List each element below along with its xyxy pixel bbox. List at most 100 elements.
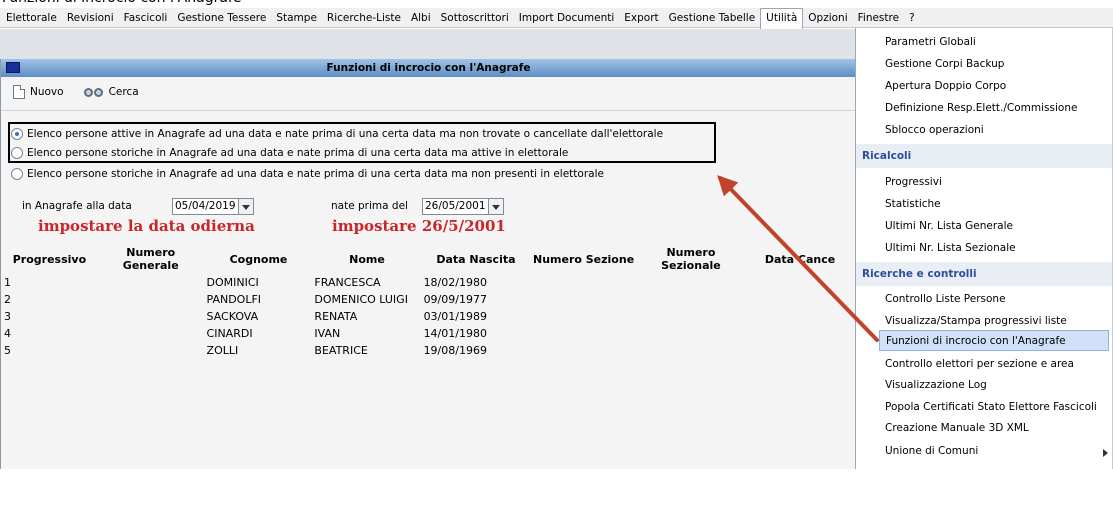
menubar: Elettorale Revisioni Fascicoli Gestione … bbox=[0, 7, 1113, 29]
cell-nome: RENATA bbox=[314, 310, 358, 323]
menu-revisioni[interactable]: Revisioni bbox=[62, 8, 119, 28]
menu-sottoscrittori[interactable]: Sottoscrittori bbox=[436, 8, 514, 28]
cell-data-nascita: 18/02/1980 bbox=[423, 276, 487, 289]
option-active-not-in-electoral[interactable]: Elenco persone attive in Anagrafe ad una… bbox=[11, 125, 663, 143]
column-header[interactable]: Numero Generale bbox=[98, 245, 204, 273]
menu-fascicoli[interactable]: Fascicoli bbox=[119, 8, 173, 28]
menu-item-popola-certificati[interactable]: Popola Certificati Stato Elettore Fascic… bbox=[885, 397, 1097, 418]
menu-group-ricerche-controlli: Ricerche e controlli bbox=[856, 262, 1112, 286]
option-label: Elenco persone storiche in Anagrafe ad u… bbox=[27, 147, 569, 159]
option-label: Elenco persone attive in Anagrafe ad una… bbox=[27, 128, 664, 140]
date-picker-anagrafe[interactable]: 05/04/2019 bbox=[172, 198, 254, 215]
cell-numero-sezione bbox=[531, 275, 636, 290]
new-button-label: Nuovo bbox=[30, 86, 64, 98]
option-label: Elenco persone storiche in Anagrafe ad u… bbox=[27, 168, 604, 180]
window-app-icon bbox=[6, 62, 20, 73]
menu-item-ultimi-nr-lista-generale[interactable]: Ultimi Nr. Lista Generale bbox=[885, 216, 1013, 237]
cell-progressivo: 4 bbox=[4, 327, 11, 340]
date-label: in Anagrafe alla data bbox=[22, 200, 132, 212]
toolbar: Nuovo Cerca bbox=[1, 79, 856, 105]
cell-data-nascita: 09/09/1977 bbox=[423, 293, 487, 306]
menu-item-controllo-elettori[interactable]: Controllo elettori per sezione e area bbox=[885, 354, 1074, 375]
cell-numero-sezione bbox=[531, 309, 636, 324]
chevron-down-icon[interactable] bbox=[488, 198, 504, 215]
menu-gestione-tessere[interactable]: Gestione Tessere bbox=[172, 8, 271, 28]
cell-data-cancellazione bbox=[746, 275, 854, 290]
menu-item-parametri-globali[interactable]: Parametri Globali bbox=[885, 32, 976, 53]
date-picker-born-before[interactable]: 26/05/2001 bbox=[422, 198, 504, 215]
cell-nome: FRANCESCA bbox=[314, 276, 381, 289]
cell-numero-generale bbox=[98, 343, 204, 358]
search-button[interactable]: Cerca bbox=[83, 86, 139, 99]
date-value[interactable]: 05/04/2019 bbox=[172, 198, 239, 215]
radio-button-selected[interactable] bbox=[11, 128, 23, 140]
table-row[interactable]: 1 DOMINICI FRANCESCA 18/02/1980 bbox=[3, 275, 854, 290]
grid-header-row: Progressivo Numero Generale Cognome Nome… bbox=[3, 245, 854, 273]
menu-item-definizione-resp[interactable]: Definizione Resp.Elett./Commissione bbox=[885, 98, 1077, 119]
cell-numero-sezione bbox=[531, 292, 636, 307]
menu-item-statistiche[interactable]: Statistiche bbox=[885, 194, 941, 215]
menu-export[interactable]: Export bbox=[619, 8, 663, 28]
column-header[interactable]: Data Nascita bbox=[423, 245, 530, 273]
menu-item-sblocco-operazioni[interactable]: Sblocco operazioni bbox=[885, 120, 984, 141]
cell-data-cancellazione bbox=[746, 326, 854, 341]
menu-item-ultimi-nr-lista-sezionale[interactable]: Ultimi Nr. Lista Sezionale bbox=[885, 238, 1016, 259]
menu-elettorale[interactable]: Elettorale bbox=[1, 8, 62, 28]
column-header[interactable]: Numero Sezionale bbox=[638, 245, 744, 273]
cell-data-nascita: 14/01/1980 bbox=[423, 327, 487, 340]
table-row[interactable]: 3 SACKOVA RENATA 03/01/1989 bbox=[3, 309, 854, 324]
menu-finestre[interactable]: Finestre bbox=[853, 8, 904, 28]
option-historical-active-electoral[interactable]: Elenco persone storiche in Anagrafe ad u… bbox=[11, 144, 568, 162]
column-header[interactable]: Cognome bbox=[206, 245, 312, 273]
cell-numero-sezionale bbox=[638, 326, 744, 341]
column-header[interactable]: Data Cance bbox=[746, 245, 854, 273]
column-header[interactable]: Numero Sezione bbox=[531, 245, 636, 273]
menu-group-ricalcoli: Ricalcoli bbox=[856, 144, 1112, 168]
binoculars-icon bbox=[83, 86, 104, 99]
menu-utilita[interactable]: Utilità bbox=[760, 7, 804, 29]
menu-item-visualizzazione-log[interactable]: Visualizzazione Log bbox=[885, 375, 987, 396]
column-header[interactable]: Progressivo bbox=[3, 245, 96, 273]
born-before-value[interactable]: 26/05/2001 bbox=[422, 198, 489, 215]
menu-item-apertura-doppio-corpo[interactable]: Apertura Doppio Corpo bbox=[885, 76, 1006, 97]
menu-item-unione-di-comuni[interactable]: Unione di Comuni bbox=[885, 441, 978, 462]
menu-item-controllo-liste-persone[interactable]: Controllo Liste Persone bbox=[885, 289, 1006, 310]
new-button[interactable]: Nuovo bbox=[13, 85, 64, 99]
menu-help[interactable]: ? bbox=[904, 8, 920, 28]
menu-item-creazione-manuale-3d-xml[interactable]: Creazione Manuale 3D XML bbox=[885, 418, 1029, 439]
menu-import-documenti[interactable]: Import Documenti bbox=[514, 8, 620, 28]
cell-nome: BEATRICE bbox=[314, 344, 368, 357]
cell-numero-generale bbox=[98, 309, 204, 324]
cell-numero-generale bbox=[98, 292, 204, 307]
menu-ricerche-liste[interactable]: Ricerche-Liste bbox=[322, 8, 406, 28]
utilita-dropdown-menu: Parametri Globali Gestione Corpi Backup … bbox=[855, 28, 1113, 469]
cell-numero-sezionale bbox=[638, 275, 744, 290]
menu-item-funzioni-incrocio-anagrafe[interactable]: Funzioni di incrocio con l'Anagrafe bbox=[879, 330, 1109, 351]
option-historical-not-present[interactable]: Elenco persone storiche in Anagrafe ad u… bbox=[11, 165, 604, 183]
table-row[interactable]: 4 CINARDI IVAN 14/01/1980 bbox=[3, 326, 854, 341]
table-row[interactable]: 2 PANDOLFI DOMENICO LUIGI 09/09/1977 bbox=[3, 292, 854, 307]
menu-item-visualizza-stampa-progressivi[interactable]: Visualizza/Stampa progressivi liste bbox=[885, 311, 1067, 332]
window-titlebar[interactable]: Funzioni di incrocio con l'Anagrafe bbox=[1, 59, 856, 77]
cell-numero-sezione bbox=[531, 343, 636, 358]
cell-numero-sezionale bbox=[638, 309, 744, 324]
menu-albi[interactable]: Albi bbox=[406, 8, 436, 28]
search-button-label: Cerca bbox=[108, 86, 139, 98]
table-row[interactable]: 5 ZOLLI BEATRICE 19/08/1969 bbox=[3, 343, 854, 358]
menu-item-progressivi[interactable]: Progressivi bbox=[885, 172, 942, 193]
crossing-functions-window: Funzioni di incrocio con l'Anagrafe Nuov… bbox=[0, 59, 856, 469]
radio-button[interactable] bbox=[11, 168, 23, 180]
menu-item-gestione-corpi-backup[interactable]: Gestione Corpi Backup bbox=[885, 54, 1004, 75]
cell-numero-sezionale bbox=[638, 292, 744, 307]
annotation-born-note: impostare 26/5/2001 bbox=[332, 217, 506, 235]
cell-cognome: ZOLLI bbox=[206, 344, 239, 357]
chevron-down-icon[interactable] bbox=[238, 198, 254, 215]
menu-stampe[interactable]: Stampe bbox=[271, 8, 322, 28]
window-title: Funzioni di incrocio con l'Anagrafe bbox=[326, 62, 531, 74]
radio-button[interactable] bbox=[11, 147, 23, 159]
cell-progressivo: 5 bbox=[4, 344, 11, 357]
column-header[interactable]: Nome bbox=[313, 245, 420, 273]
menu-gestione-tabelle[interactable]: Gestione Tabelle bbox=[664, 8, 761, 28]
cell-data-cancellazione bbox=[746, 309, 854, 324]
menu-opzioni[interactable]: Opzioni bbox=[803, 8, 852, 28]
